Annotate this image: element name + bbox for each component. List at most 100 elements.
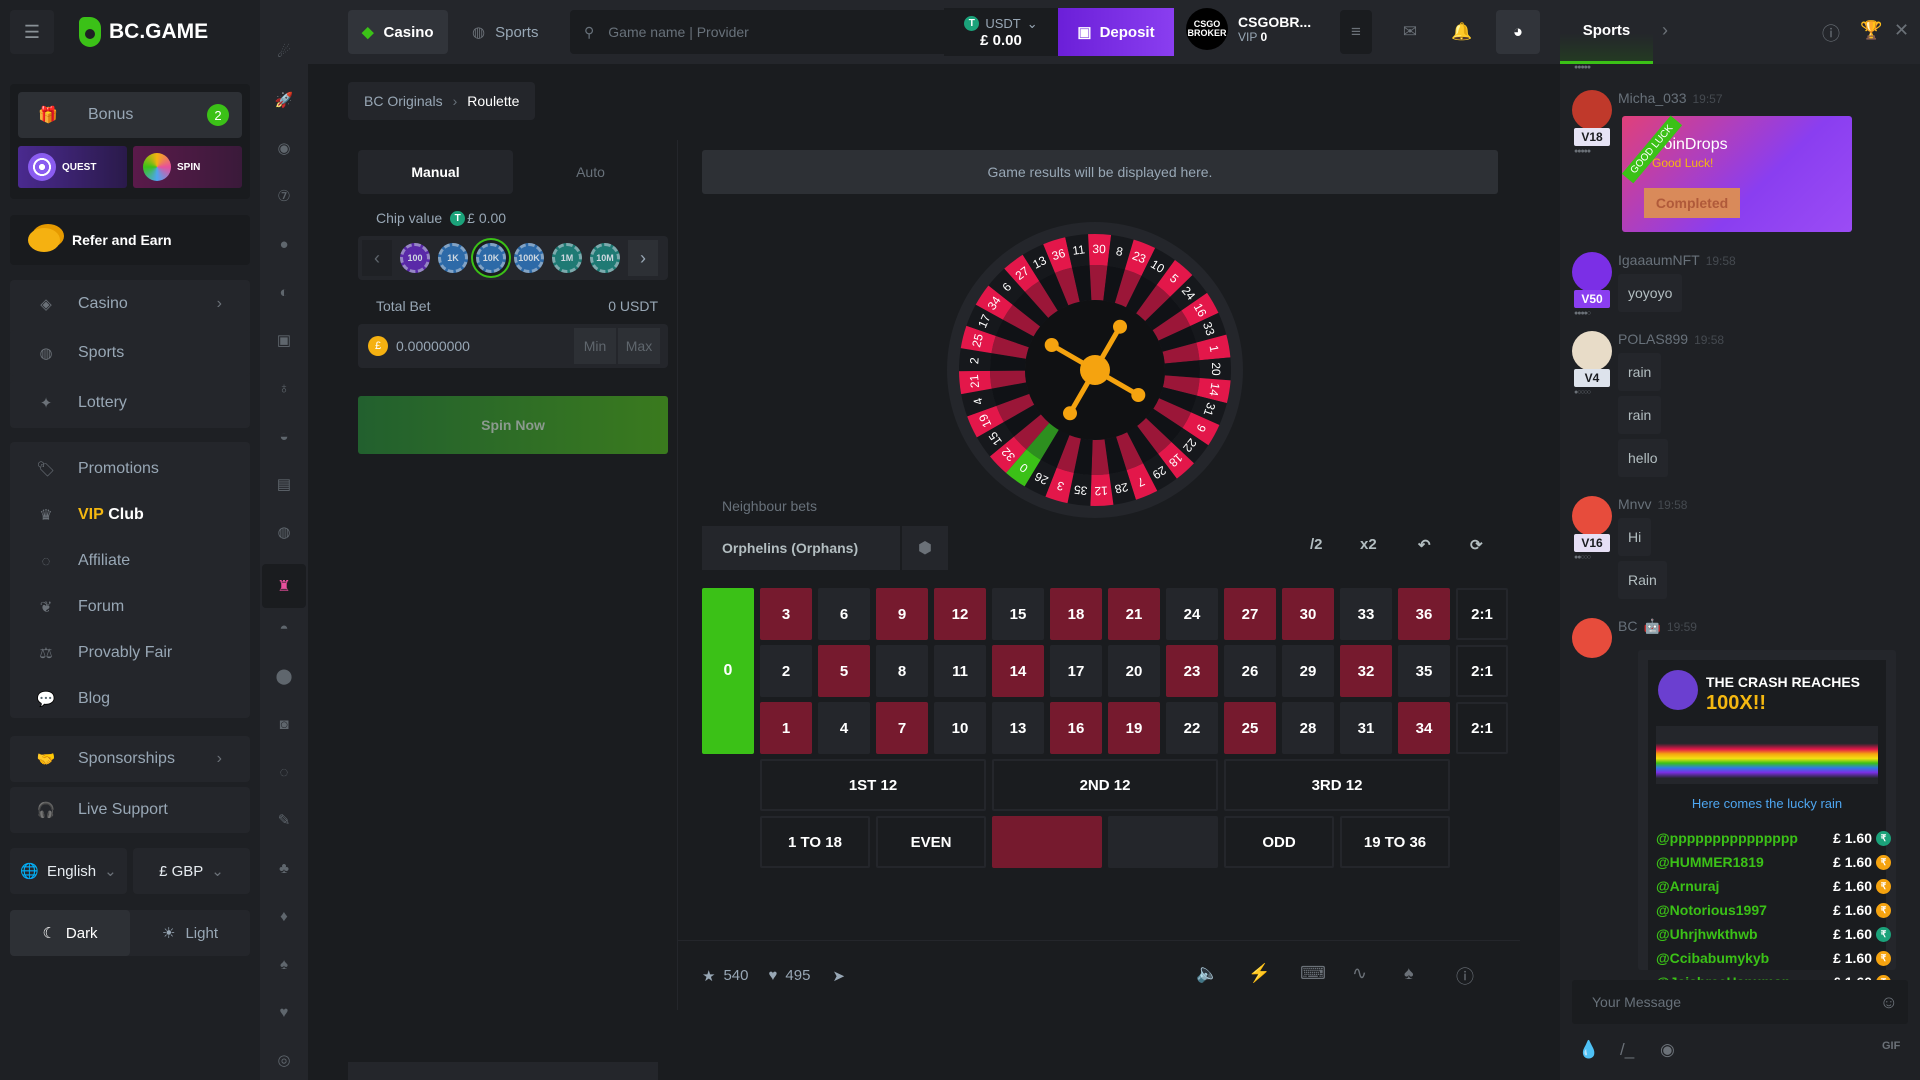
refer-and-earn-button[interactable]: Refer and Earn — [10, 215, 250, 265]
bet-column-2[interactable]: 2:1 — [1456, 645, 1508, 697]
rail-game-roulette[interactable]: ♜ — [262, 564, 306, 608]
rail-game-video-poker[interactable]: ♥ — [268, 996, 300, 1028]
chat-username[interactable]: Micha_033 19:57 — [1618, 90, 1723, 106]
language-select[interactable]: 🌐 English ⌄ — [10, 848, 127, 894]
gif-button[interactable]: GIF — [1882, 1040, 1900, 1052]
bet-odd[interactable]: ODD — [1224, 816, 1334, 868]
deposit-button[interactable]: ▣ Deposit — [1058, 8, 1174, 56]
spin-now-button[interactable]: Spin Now — [358, 396, 668, 454]
share-button[interactable]: ➤ — [832, 967, 845, 985]
menu-toggle-button[interactable]: ☰ — [10, 10, 54, 54]
chat-username[interactable]: Mnvv 19:58 — [1618, 496, 1687, 512]
turbo-button[interactable]: ⚡ — [1248, 963, 1270, 984]
sidebar-item-vip-club[interactable]: ♛ VIP Club — [10, 492, 250, 538]
bet-cell-8[interactable]: 8 — [876, 645, 928, 697]
rail-game-slots[interactable]: ⑦ — [268, 180, 300, 212]
bet-cell-10[interactable]: 10 — [934, 702, 986, 754]
chip-10k[interactable]: 10K — [476, 243, 506, 273]
bet-cell-32[interactable]: 32 — [1340, 645, 1392, 697]
bet-cell-21[interactable]: 21 — [1108, 588, 1160, 640]
theme-dark-button[interactable]: ☾ Dark — [10, 910, 130, 956]
bet-cell-18[interactable]: 18 — [1050, 588, 1102, 640]
help-button[interactable]: ⓘ — [1456, 963, 1474, 989]
stats-button[interactable]: ∿ — [1352, 963, 1367, 984]
clear-bets-button[interactable]: ⟳ — [1470, 536, 1483, 554]
chat-toggle-button[interactable]: ◕ — [1496, 10, 1540, 54]
chat-message-input[interactable]: Your Message ☺ — [1572, 980, 1908, 1024]
winner-username[interactable]: @ppppppppppppppp — [1656, 830, 1798, 846]
fairness-button[interactable]: ♠ — [1404, 963, 1414, 984]
rail-game-blackjack[interactable]: ♦ — [268, 900, 300, 932]
avatar[interactable] — [1572, 252, 1612, 292]
chip-next-button[interactable]: › — [628, 240, 658, 276]
bet-column-3[interactable]: 2:1 — [1456, 588, 1508, 640]
bet-cell-16[interactable]: 16 — [1050, 702, 1102, 754]
rail-game-tower[interactable]: ◓ — [268, 612, 300, 644]
rail-game-ufo[interactable]: ◎ — [268, 1044, 300, 1076]
rail-game-keno[interactable]: ▣ — [268, 324, 300, 356]
logo[interactable]: BC.GAME — [79, 17, 208, 47]
rail-game-circle[interactable]: ◌ — [268, 756, 300, 788]
bet-19-to-36[interactable]: 19 TO 36 — [1340, 816, 1450, 868]
coin-drop-button[interactable]: ◉ — [1660, 1040, 1675, 1060]
bet-cell-6[interactable]: 6 — [818, 588, 870, 640]
bet-cell-22[interactable]: 22 — [1166, 702, 1218, 754]
sidebar-item-sponsorships[interactable]: 🤝 Sponsorships › — [10, 736, 250, 782]
sidebar-item-sports[interactable]: ◍ Sports — [10, 330, 250, 376]
theme-light-button[interactable]: ☀ Light — [130, 910, 250, 956]
breadcrumb-parent[interactable]: BC Originals — [364, 93, 443, 109]
bet-cell-4[interactable]: 4 — [818, 702, 870, 754]
bet-cell-35[interactable]: 35 — [1398, 645, 1450, 697]
bonus-button[interactable]: 🎁 Bonus 2 — [18, 92, 242, 138]
favorite-button[interactable]: ★ 540 — [702, 967, 748, 985]
sidebar-item-blog[interactable]: 💬 Blog — [10, 676, 250, 722]
bet-cell-24[interactable]: 24 — [1166, 588, 1218, 640]
bet-cell-26[interactable]: 26 — [1224, 645, 1276, 697]
max-button[interactable]: Max — [618, 328, 660, 364]
bet-cell-36[interactable]: 36 — [1398, 588, 1450, 640]
currency-select[interactable]: £ GBP ⌄ — [133, 848, 250, 894]
chevron-right-icon[interactable]: › — [1662, 20, 1668, 41]
avatar[interactable] — [1572, 331, 1612, 371]
rail-game-crash[interactable]: ☄ — [268, 36, 300, 68]
winner-username[interactable]: @Ccibabumykyb — [1656, 950, 1769, 966]
halve-bet-button[interactable]: /2 — [1310, 536, 1323, 553]
chip-100k[interactable]: 100K — [514, 243, 544, 273]
bet-cell-14[interactable]: 14 — [992, 645, 1044, 697]
bet-cell-30[interactable]: 30 — [1282, 588, 1334, 640]
rain-button[interactable]: 💧 — [1578, 1040, 1599, 1060]
avatar[interactable] — [1572, 618, 1612, 658]
like-button[interactable]: ♥ 495 — [768, 967, 810, 984]
bet-cell-28[interactable]: 28 — [1282, 702, 1334, 754]
rail-game-plinko[interactable]: ◉ — [268, 132, 300, 164]
rail-game-rocket[interactable]: 🚀 — [268, 84, 300, 116]
rail-game-dice[interactable]: ◐ — [268, 276, 300, 308]
undo-button[interactable]: ↶ — [1418, 536, 1431, 554]
double-bet-button[interactable]: x2 — [1360, 536, 1377, 553]
chat-room-tab[interactable]: Sports — [1560, 0, 1653, 64]
sidebar-item-lottery[interactable]: ✦ Lottery — [10, 380, 250, 426]
rail-game-hilo[interactable]: ◒ — [268, 420, 300, 452]
bet-dozen-3[interactable]: 3RD 12 — [1224, 759, 1450, 811]
rail-game-baccarat[interactable]: ♠ — [268, 948, 300, 980]
sidebar-item-promotions[interactable]: 🏷 Promotions — [10, 446, 250, 492]
rail-game-coinflip[interactable]: ⬤ — [268, 660, 300, 692]
close-icon[interactable]: ✕ — [1894, 20, 1909, 41]
tab-casino[interactable]: ◆ Casino — [348, 10, 448, 54]
rail-game-poker[interactable]: ♣ — [268, 852, 300, 884]
winner-username[interactable]: @Notorious1997 — [1656, 902, 1767, 918]
avatar[interactable] — [1572, 496, 1612, 536]
bet-black[interactable] — [1108, 816, 1218, 868]
rail-game-crypto[interactable]: ◙ — [268, 708, 300, 740]
bet-cell-17[interactable]: 17 — [1050, 645, 1102, 697]
sidebar-item-forum[interactable]: ❦ Forum — [10, 584, 250, 630]
bet-red[interactable] — [992, 816, 1102, 868]
trophy-icon[interactable]: 🏆 — [1860, 20, 1882, 41]
bet-cell-27[interactable]: 27 — [1224, 588, 1276, 640]
winner-username[interactable]: @HUMMER1819 — [1656, 854, 1764, 870]
bet-cell-31[interactable]: 31 — [1340, 702, 1392, 754]
info-icon[interactable]: ⓘ — [1822, 20, 1840, 46]
user-profile[interactable]: CSGO BROKER CSGOBR... VIP 0 — [1186, 8, 1311, 50]
tab-sports[interactable]: ◍ Sports — [458, 10, 552, 54]
bet-cell-2[interactable]: 2 — [760, 645, 812, 697]
